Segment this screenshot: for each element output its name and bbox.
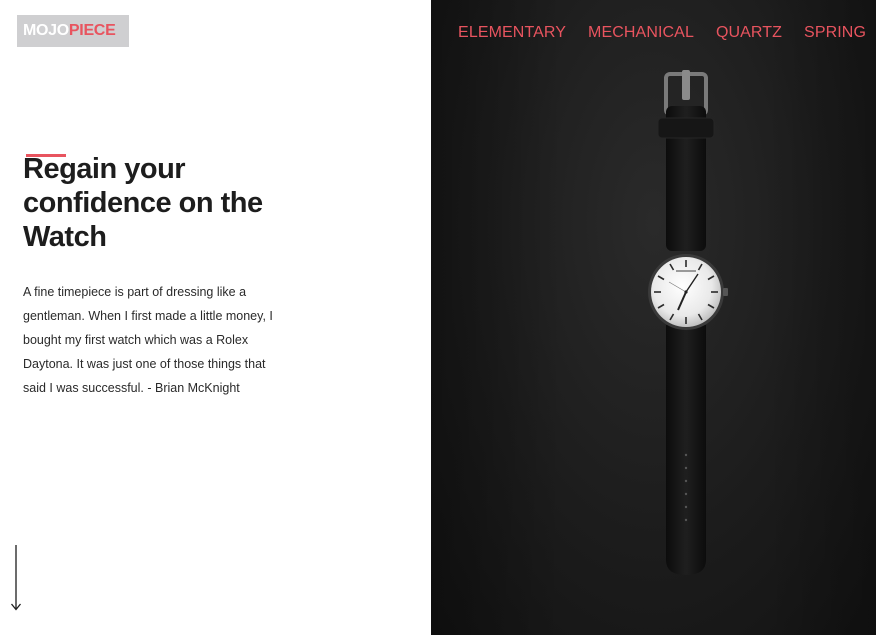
hero-image-panel: ELEMENTARY MECHANICAL QUARTZ SPRING bbox=[431, 0, 876, 635]
nav-item-elementary[interactable]: ELEMENTARY bbox=[458, 24, 566, 42]
landing-page: MOJO PIECE Regain your confidence on the … bbox=[0, 0, 876, 635]
nav-item-mechanical[interactable]: MECHANICAL bbox=[588, 24, 694, 42]
logo-text-piece: PIECE bbox=[68, 22, 116, 39]
hero-headline: Regain your confidence on the Watch bbox=[23, 153, 263, 253]
nav-item-spring[interactable]: SPRING bbox=[804, 24, 866, 42]
logo-text-mojo: MOJO bbox=[23, 22, 69, 39]
hero-text-panel: MOJO PIECE Regain your confidence on the … bbox=[0, 0, 431, 635]
main-nav: ELEMENTARY MECHANICAL QUARTZ SPRING bbox=[436, 24, 866, 42]
site-logo[interactable]: MOJO PIECE bbox=[17, 15, 129, 47]
hero-quote: A fine timepiece is part of dressing lik… bbox=[23, 285, 273, 395]
scroll-down-arrow-icon[interactable] bbox=[9, 545, 23, 613]
nav-item-quartz[interactable]: QUARTZ bbox=[716, 24, 782, 42]
wristwatch-icon bbox=[648, 70, 728, 575]
